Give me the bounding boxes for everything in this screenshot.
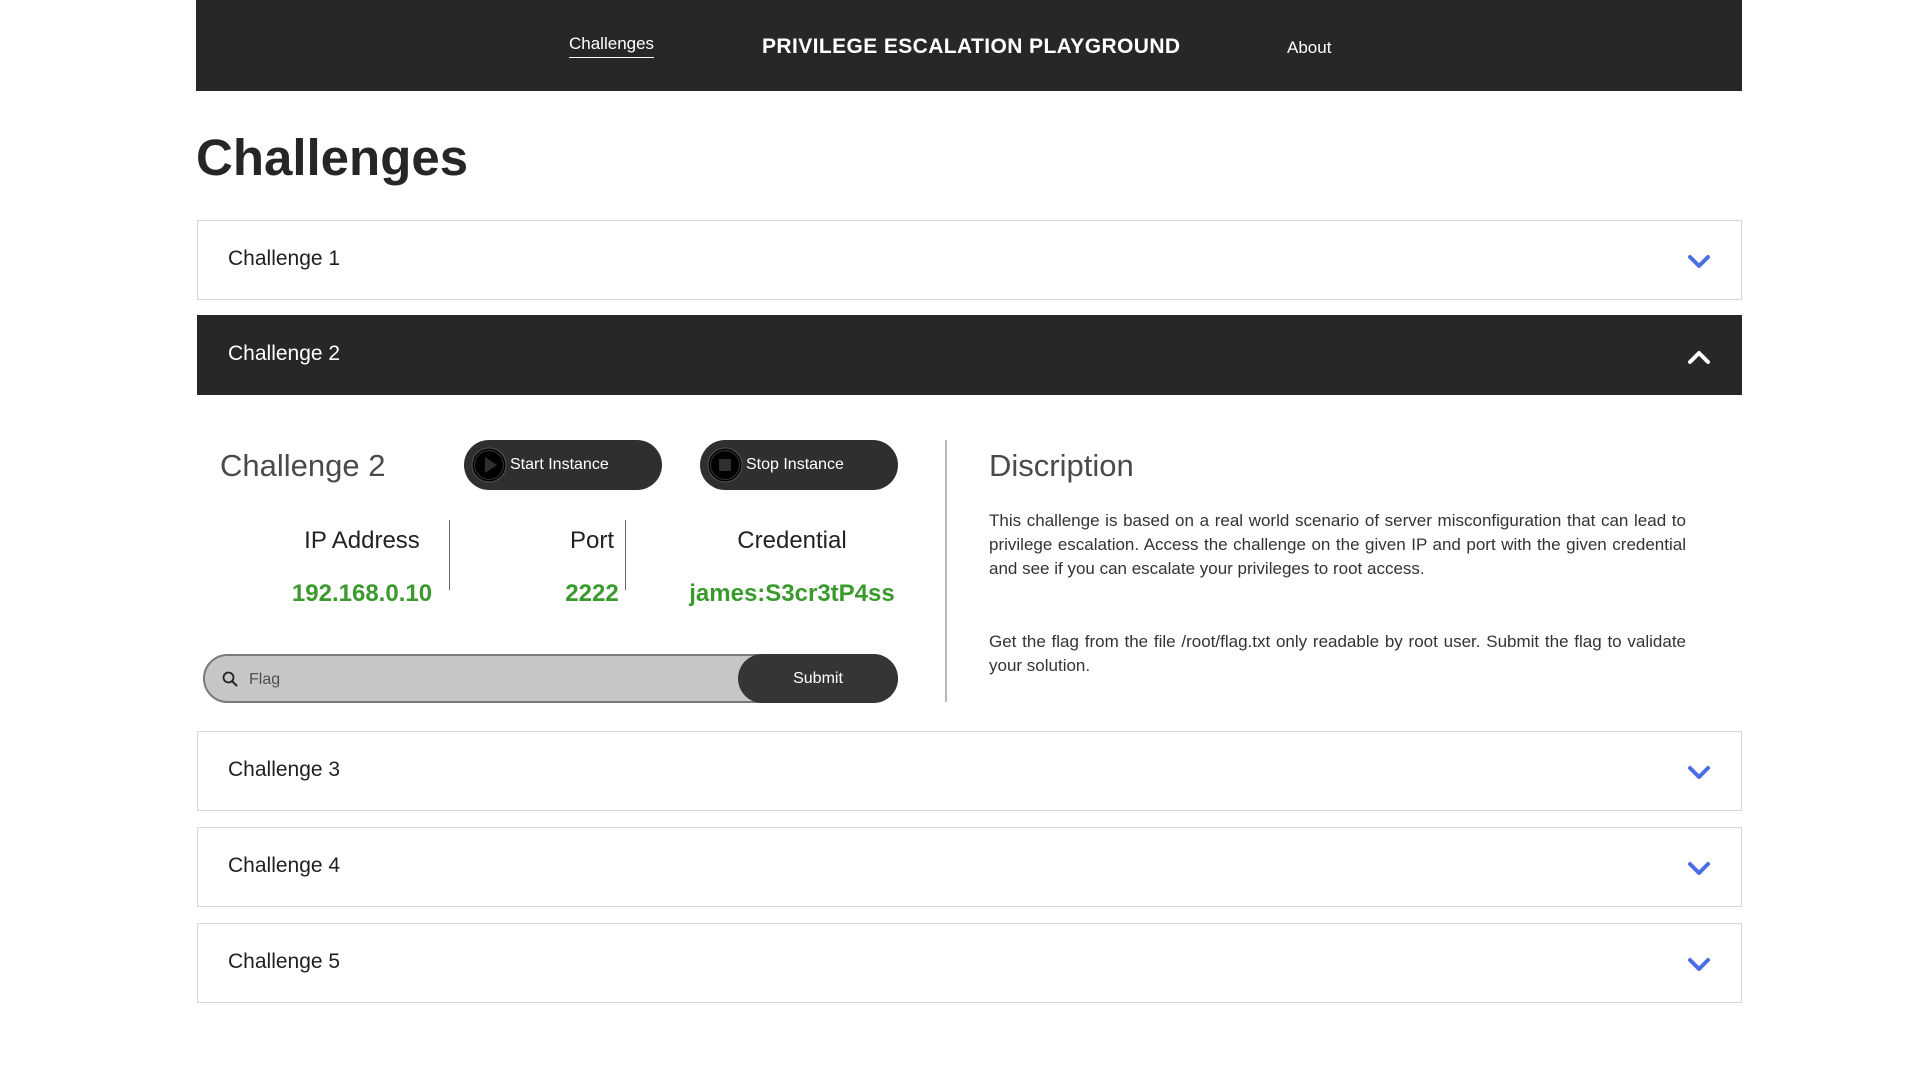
description-heading: Discription [989, 448, 1134, 483]
start-instance-button[interactable]: Start Instance [464, 440, 662, 490]
description-paragraph: Get the flag from the file /root/flag.tx… [989, 632, 1686, 675]
flag-submit-form: Submit [203, 654, 898, 703]
chevron-down-icon[interactable] [1687, 953, 1711, 977]
challenge-heading: Challenge 2 [220, 448, 386, 483]
top-navbar: Challenges PRIVILEGE ESCALATION PLAYGROU… [196, 0, 1742, 91]
page-title: Challenges [196, 129, 469, 186]
stop-icon [706, 446, 744, 484]
accordion-label: Challenge 3 [228, 758, 341, 781]
credential-label: Credential [737, 527, 847, 554]
ip-address-value: 192.168.0.10 [291, 580, 433, 607]
accordion-challenge-2[interactable]: Challenge 2 [197, 315, 1742, 395]
stop-instance-label: Stop Instance [746, 456, 844, 473]
accordion-label: Challenge 1 [228, 247, 341, 270]
search-icon [222, 671, 238, 687]
ip-address-label: IP Address [304, 527, 420, 554]
accordion-label: Challenge 5 [228, 950, 341, 973]
credential-value: james:S3cr3tP4ss [689, 580, 895, 607]
stop-instance-button[interactable]: Stop Instance [700, 440, 898, 490]
challenge-2-panel: Challenge 2 Start Instance Stop Instance… [197, 398, 1742, 728]
accordion-label: Challenge 4 [228, 854, 341, 877]
accordion-challenge-4[interactable]: Challenge 4 [197, 827, 1742, 907]
flag-input[interactable] [247, 666, 691, 694]
accordion-label: Challenge 2 [228, 342, 341, 365]
chevron-down-icon[interactable] [1687, 250, 1711, 274]
accordion-challenge-5[interactable]: Challenge 5 [197, 923, 1742, 1003]
column-divider [625, 520, 626, 590]
nav-link-challenges[interactable]: Challenges [569, 34, 655, 58]
submit-flag-button[interactable]: Submit [738, 654, 898, 703]
panel-divider [945, 440, 947, 702]
site-brand[interactable]: PRIVILEGE ESCALATION PLAYGROUND [762, 35, 1180, 59]
description-paragraph: This challenge is based on a real world … [989, 511, 1686, 578]
column-divider [449, 520, 450, 590]
nav-link-about[interactable]: About [1287, 38, 1331, 58]
start-instance-label: Start Instance [510, 456, 609, 473]
accordion-challenge-1[interactable]: Challenge 1 [197, 220, 1742, 300]
chevron-down-icon[interactable] [1687, 761, 1711, 785]
chevron-up-icon[interactable] [1687, 345, 1711, 369]
accordion-challenge-3[interactable]: Challenge 3 [197, 731, 1742, 811]
chevron-down-icon[interactable] [1687, 857, 1711, 881]
play-icon [470, 446, 508, 484]
